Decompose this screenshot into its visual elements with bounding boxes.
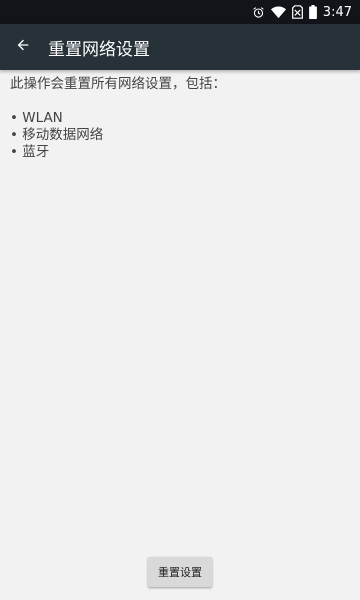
list-item-mobile-data: • 移动数据网络: [10, 127, 350, 144]
battery-icon: [308, 5, 317, 19]
bullet: •: [10, 144, 18, 160]
intro-text: 此操作会重置所有网络设置，包括：: [10, 76, 226, 92]
status-time: 3:47: [322, 4, 352, 20]
sim-no-signal-icon: [291, 5, 303, 19]
arrow-back-icon: [15, 37, 31, 57]
alarm-icon: [252, 6, 265, 19]
status-bar: 3:47: [0, 0, 360, 24]
list-item-label: WLAN: [22, 110, 63, 126]
content-area: 此操作会重置所有网络设置，包括： • WLAN • 移动数据网络 • 蓝牙: [10, 76, 350, 161]
list-item-bluetooth: • 蓝牙: [10, 144, 350, 161]
list-item-label: 移动数据网络: [22, 127, 104, 143]
reset-settings-button[interactable]: 重置设置: [148, 557, 212, 587]
bullet: •: [10, 127, 18, 143]
page-title: 重置网络设置: [48, 39, 150, 60]
bullet: •: [10, 110, 18, 126]
app-bar: 重置网络设置: [0, 24, 360, 70]
list-item-wlan: • WLAN: [10, 110, 350, 127]
back-button[interactable]: [2, 24, 44, 70]
list-item-label: 蓝牙: [22, 144, 50, 160]
wifi-icon: [270, 6, 286, 19]
